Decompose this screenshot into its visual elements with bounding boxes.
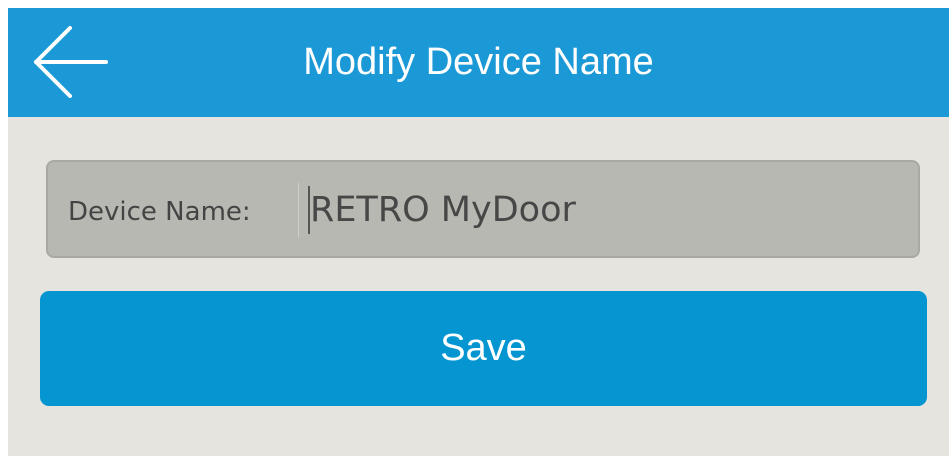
text-caret — [308, 186, 310, 234]
device-name-input[interactable] — [310, 180, 900, 240]
app-header: Modify Device Name — [8, 8, 949, 117]
back-button[interactable] — [30, 24, 110, 100]
device-name-field: Device Name: — [46, 160, 920, 258]
arrow-left-icon — [34, 26, 108, 98]
field-divider — [298, 183, 299, 237]
screen: Modify Device Name Device Name: Save — [8, 8, 949, 456]
device-name-label: Device Name: — [68, 197, 251, 227]
page-title: Modify Device Name — [303, 41, 654, 83]
save-button[interactable]: Save — [40, 291, 927, 406]
